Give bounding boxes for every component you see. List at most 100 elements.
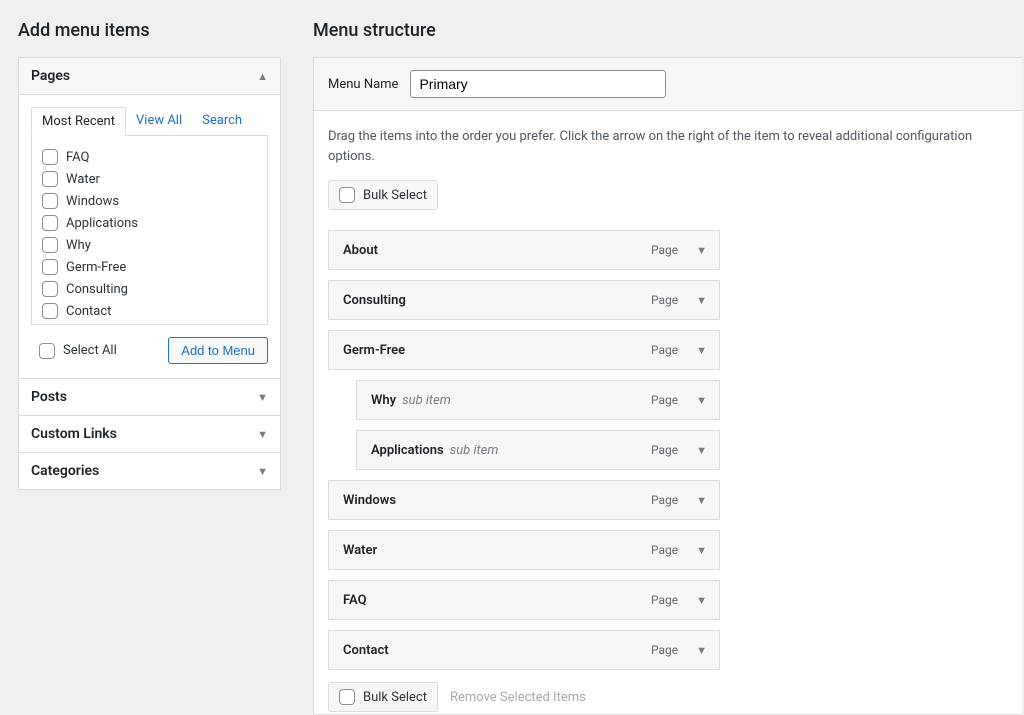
page-item-label: Consulting: [66, 282, 128, 297]
menu-item-sublabel: sub item: [402, 393, 451, 408]
panel-header-posts[interactable]: Posts ▼: [19, 379, 280, 416]
page-item[interactable]: Consulting: [42, 278, 263, 300]
page-item-label: Water: [66, 172, 100, 187]
tab-view-all[interactable]: View All: [126, 107, 192, 136]
tab-search[interactable]: Search: [192, 107, 252, 136]
add-menu-items-column: Add menu items Pages ▲ Most Recent View …: [18, 20, 281, 715]
chevron-down-icon[interactable]: ▼: [688, 590, 709, 611]
remove-selected-link: Remove Selected Items: [450, 690, 586, 705]
menu-item-title: Germ-Free: [343, 343, 405, 358]
page-item-checkbox[interactable]: [42, 259, 58, 275]
chevron-up-icon: ▲: [257, 70, 268, 83]
panel-title-categories: Categories: [31, 463, 99, 479]
bulk-select-checkbox[interactable]: [339, 689, 355, 705]
page-item-checkbox[interactable]: [42, 149, 58, 165]
menu-item-type: Page: [651, 393, 678, 407]
menu-item-type: Page: [651, 493, 678, 507]
chevron-down-icon[interactable]: ▼: [688, 340, 709, 361]
page-item-checkbox[interactable]: [42, 303, 58, 319]
chevron-down-icon[interactable]: ▼: [688, 640, 709, 661]
menu-items-list: AboutPage▼ConsultingPage▼Germ-FreePage▼W…: [328, 230, 720, 670]
menu-item[interactable]: Germ-FreePage▼: [328, 330, 720, 370]
menu-header: Menu Name: [314, 58, 1022, 111]
select-all-row[interactable]: Select All: [31, 343, 117, 359]
chevron-down-icon: ▼: [257, 465, 268, 478]
menu-item-title: FAQ: [343, 593, 367, 608]
menu-item[interactable]: Water Page ▼: [328, 530, 720, 570]
chevron-down-icon[interactable]: ▼: [688, 240, 709, 261]
bulk-select-label: Bulk Select: [363, 188, 427, 203]
menu-edit-panel: Menu Name Drag the items into the order …: [313, 57, 1022, 715]
menu-body: Drag the items into the order you prefer…: [314, 111, 1022, 714]
bulk-select-button-bottom[interactable]: Bulk Select: [328, 682, 438, 712]
page-item-label: Windows: [66, 194, 119, 209]
menu-name-input[interactable]: [410, 70, 666, 98]
page-item-label: Contact: [66, 304, 111, 319]
page-item-label: Why: [66, 238, 91, 253]
panel-title-custom-links: Custom Links: [31, 426, 117, 442]
menu-item[interactable]: FAQPage▼: [328, 580, 720, 620]
chevron-down-icon: ▼: [257, 428, 268, 441]
menu-structure-column: Menu structure Menu Name Drag the items …: [313, 20, 1024, 715]
menu-item[interactable]: Contact Page ▼: [328, 630, 720, 670]
page-item[interactable]: Why: [42, 234, 263, 256]
menu-item-sublabel: sub item: [450, 443, 499, 458]
menu-item-title: Contact: [343, 643, 389, 658]
bulk-select-label: Bulk Select: [363, 690, 427, 705]
page-item[interactable]: FAQ: [42, 146, 263, 168]
select-all-checkbox[interactable]: [39, 343, 55, 359]
menu-item-type: Page: [651, 543, 678, 557]
chevron-down-icon[interactable]: ▼: [688, 540, 709, 561]
panel-title-posts: Posts: [31, 389, 67, 405]
page-item-checkbox[interactable]: [42, 215, 58, 231]
menu-item[interactable]: Windows Page ▼: [328, 480, 720, 520]
add-menu-items-heading: Add menu items: [18, 20, 281, 41]
drag-instructions-text: Drag the items into the order you prefer…: [328, 127, 1008, 166]
menu-item-type: Page: [651, 643, 678, 657]
menu-item-title: Applications: [371, 443, 444, 458]
page-item[interactable]: Windows: [42, 190, 263, 212]
chevron-down-icon[interactable]: ▼: [688, 440, 709, 461]
page-item-label: FAQ: [66, 150, 89, 165]
chevron-down-icon[interactable]: ▼: [688, 390, 709, 411]
menu-item[interactable]: Why sub item Page ▼: [356, 380, 720, 420]
menu-item-type: Page: [651, 293, 678, 307]
page-item-label: Applications: [66, 216, 138, 231]
menu-item-title: Water: [343, 543, 377, 558]
panel-title-pages: Pages: [31, 68, 70, 84]
chevron-down-icon[interactable]: ▼: [688, 490, 709, 511]
metabox-holder: Pages ▲ Most Recent View All Search FAQ W…: [18, 57, 281, 490]
page-item[interactable]: Germ-Free: [42, 256, 263, 278]
menu-structure-heading: Menu structure: [313, 20, 1022, 41]
page-item-checkbox[interactable]: [42, 171, 58, 187]
menu-name-label: Menu Name: [328, 77, 398, 92]
select-all-label: Select All: [63, 343, 117, 358]
panel-header-custom-links[interactable]: Custom Links ▼: [19, 416, 280, 453]
menu-item[interactable]: ConsultingPage▼: [328, 280, 720, 320]
page-item-label: Germ-Free: [66, 260, 126, 275]
page-item[interactable]: Water: [42, 168, 263, 190]
menu-item-title: Why: [371, 393, 396, 408]
pages-tabs: Most Recent View All Search: [31, 107, 268, 136]
page-item[interactable]: Contact: [42, 300, 263, 322]
page-item[interactable]: Applications: [42, 212, 263, 234]
menu-item[interactable]: Applications sub item Page ▼: [356, 430, 720, 470]
bulk-select-checkbox[interactable]: [339, 187, 355, 203]
add-to-menu-button[interactable]: Add to Menu: [168, 337, 268, 364]
tab-most-recent[interactable]: Most Recent: [31, 107, 126, 136]
menu-item-type: Page: [651, 443, 678, 457]
page-item-checkbox[interactable]: [42, 237, 58, 253]
bulk-select-button-top[interactable]: Bulk Select: [328, 180, 438, 210]
panel-header-pages[interactable]: Pages ▲: [19, 58, 280, 95]
chevron-down-icon: ▼: [257, 391, 268, 404]
page-item-checkbox[interactable]: [42, 193, 58, 209]
menu-item-title: About: [343, 243, 378, 258]
panel-header-categories[interactable]: Categories ▼: [19, 453, 280, 489]
menu-item-type: Page: [651, 243, 678, 257]
chevron-down-icon[interactable]: ▼: [688, 290, 709, 311]
page-item-checkbox[interactable]: [42, 281, 58, 297]
pages-checklist[interactable]: FAQ Water Windows Applications Why Germ-Free C…: [31, 135, 268, 325]
menu-item-title: Windows: [343, 493, 396, 508]
menu-item[interactable]: About Page ▼: [328, 230, 720, 270]
panel-body-pages: Most Recent View All Search FAQ Water Wind…: [19, 95, 280, 379]
